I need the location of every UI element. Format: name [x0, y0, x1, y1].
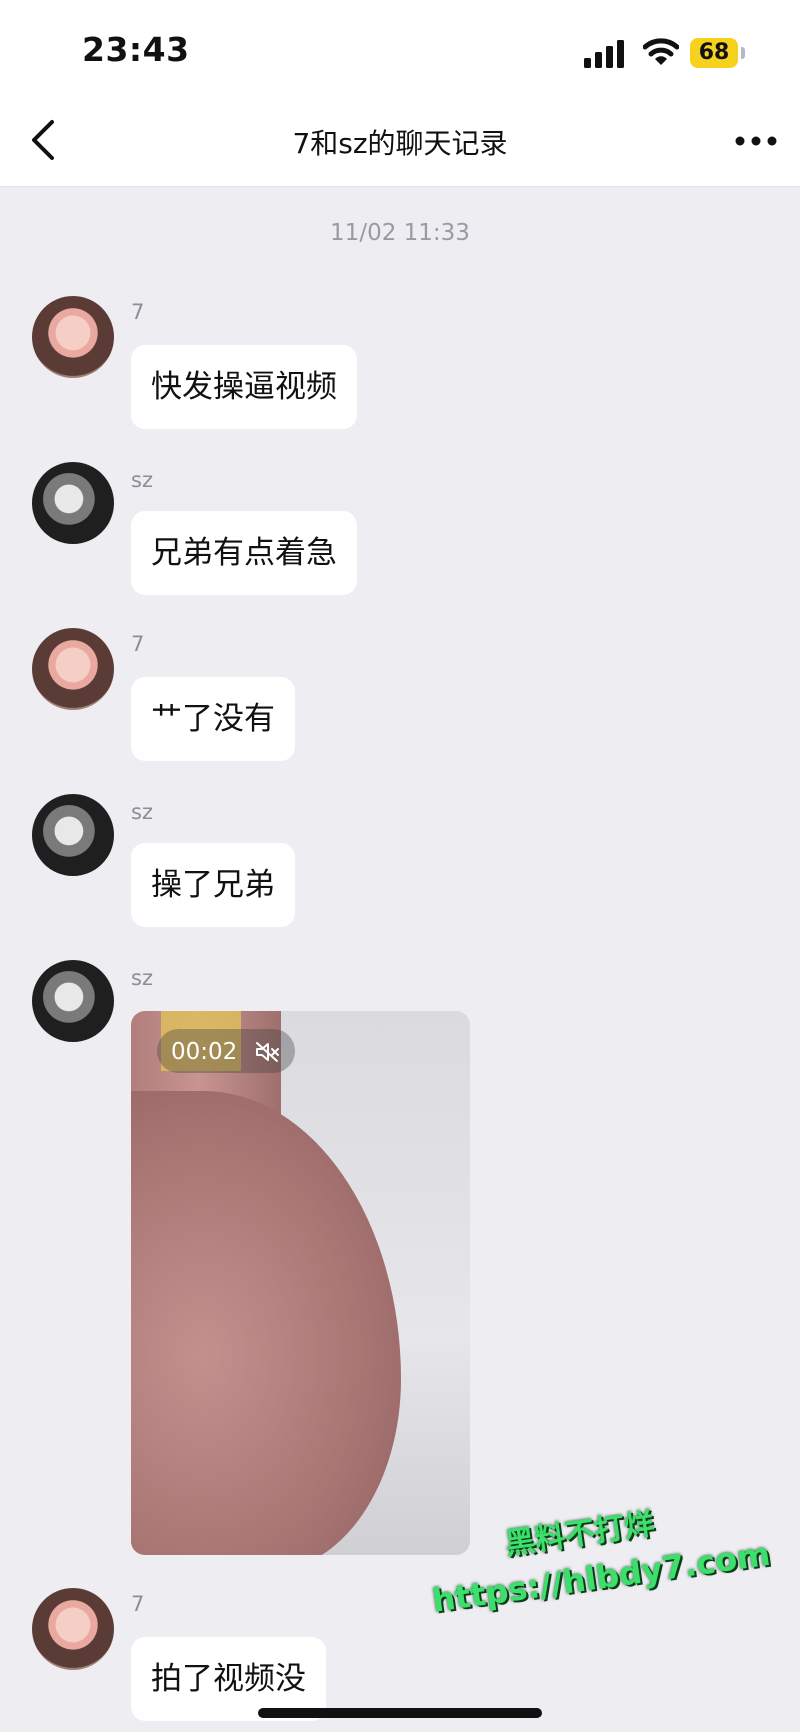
- watermark: 黑料不打烊 https://hlbdy7.com: [423, 1481, 798, 1660]
- more-horizontal-icon[interactable]: [734, 128, 778, 154]
- chat-timestamp: 11/02 11:33: [330, 220, 470, 246]
- battery-cap: [741, 47, 745, 59]
- message-bubble[interactable]: 艹了没有: [131, 677, 295, 761]
- sender-name: 7: [131, 1592, 145, 1616]
- sender-name: 7: [131, 632, 145, 656]
- status-time: 23:43: [82, 30, 190, 69]
- video-duration: 00:02: [171, 1038, 238, 1065]
- sender-name: sz: [131, 966, 153, 990]
- muted-speaker-icon[interactable]: [255, 1041, 281, 1063]
- video-message[interactable]: 00:02: [131, 1011, 470, 1555]
- sender-name: sz: [131, 800, 153, 824]
- avatar[interactable]: [32, 628, 114, 710]
- avatar[interactable]: [32, 794, 114, 876]
- message-bubble[interactable]: 兄弟有点着急: [131, 511, 357, 595]
- video-duration-badge: 00:02: [157, 1029, 295, 1073]
- avatar[interactable]: [32, 960, 114, 1042]
- cellular-signal-icon: [584, 40, 624, 68]
- page-title: 7和sz的聊天记录: [292, 127, 508, 160]
- top-bar: 23:43 68 7和sz的聊天记录: [0, 0, 800, 187]
- sender-name: sz: [131, 468, 153, 492]
- home-indicator[interactable]: [258, 1708, 542, 1718]
- avatar[interactable]: [32, 1588, 114, 1670]
- avatar[interactable]: [32, 296, 114, 378]
- sender-name: 7: [131, 300, 145, 324]
- avatar[interactable]: [32, 462, 114, 544]
- battery-indicator: 68: [690, 38, 738, 68]
- message-bubble[interactable]: 操了兄弟: [131, 843, 295, 927]
- wifi-icon: [643, 38, 679, 65]
- message-bubble[interactable]: 快发操逼视频: [131, 345, 357, 429]
